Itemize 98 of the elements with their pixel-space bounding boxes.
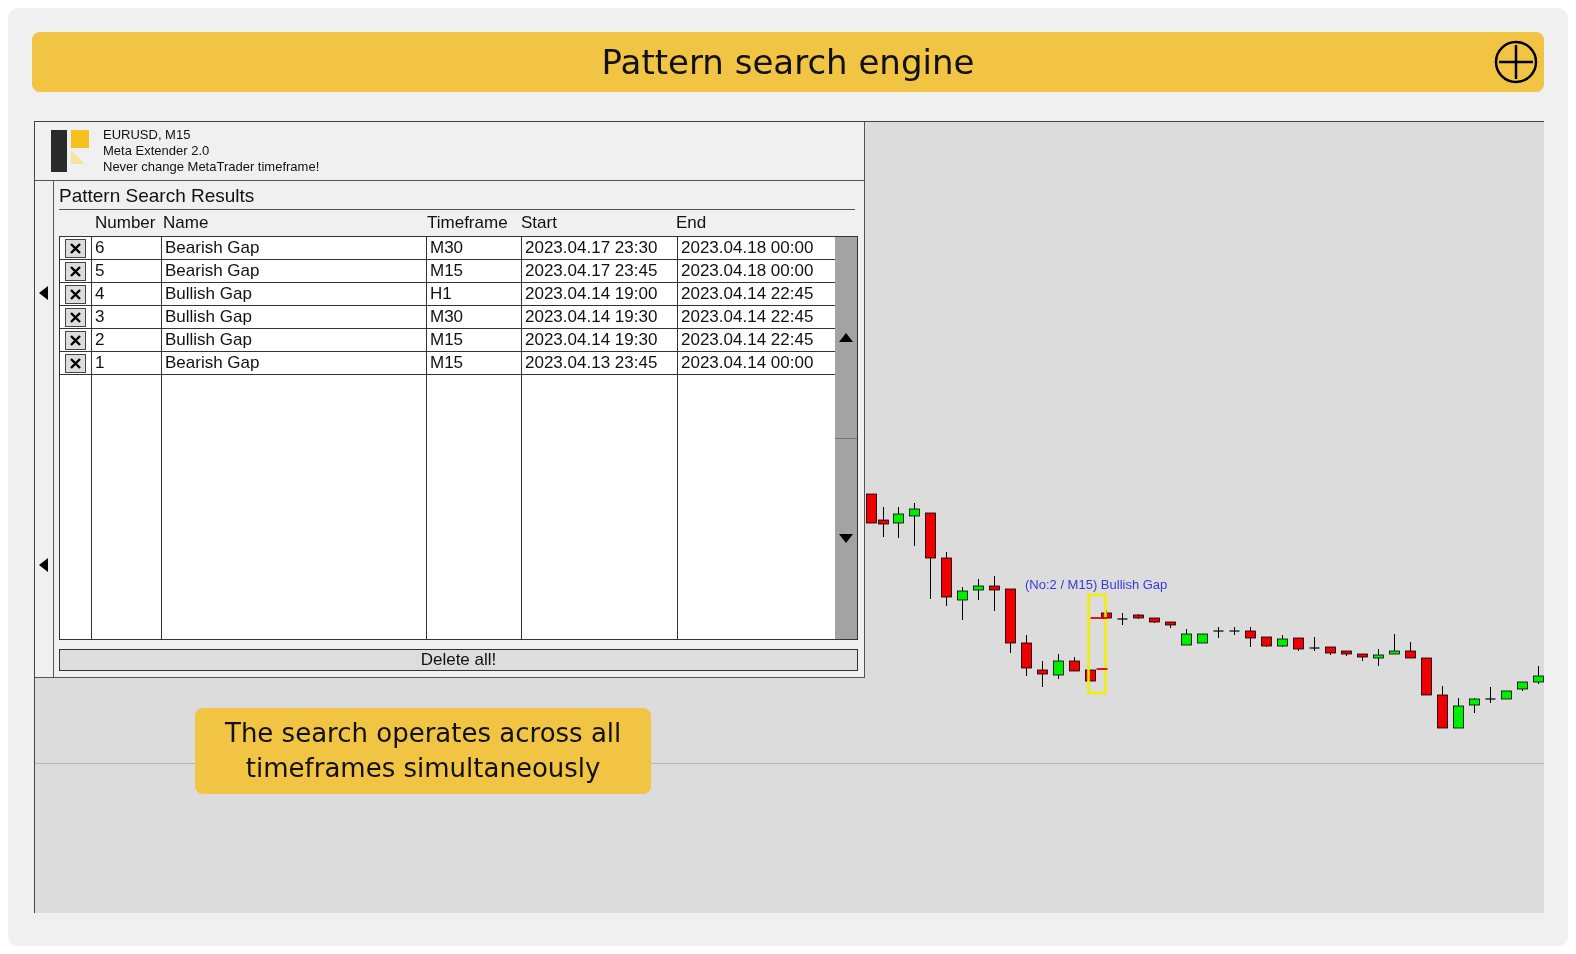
candlestick — [1021, 634, 1032, 677]
table-cell: 2023.04.14 19:30 — [522, 306, 677, 329]
table-cell: 5 — [92, 260, 161, 283]
candlestick — [1116, 612, 1129, 626]
close-icon — [70, 357, 81, 369]
remove-row-button[interactable] — [65, 284, 86, 304]
pattern-label: (No:2 / M15) Bullish Gap — [1025, 577, 1168, 592]
candlestick — [909, 502, 920, 547]
candlestick — [989, 575, 1000, 612]
candlestick — [973, 578, 984, 601]
product-label: Meta Extender 2.0 — [103, 143, 211, 159]
remove-row-button[interactable] — [65, 238, 86, 258]
candlestick — [1212, 626, 1225, 639]
candlestick — [1037, 660, 1048, 688]
candlestick — [1085, 669, 1096, 682]
left-arrow-icon[interactable] — [39, 558, 49, 572]
candlestick — [1293, 637, 1304, 652]
candlestick — [1261, 636, 1272, 648]
close-icon — [70, 334, 81, 346]
candlestick — [1517, 681, 1528, 692]
remove-row-button[interactable] — [65, 261, 86, 281]
table-cell: Bearish Gap — [162, 352, 426, 375]
table-cell: 3 — [92, 306, 161, 329]
table-cell: M30 — [427, 237, 521, 260]
panel-title: Pattern Search Results — [59, 183, 855, 210]
table-cell: 4 — [92, 283, 161, 306]
candlestick — [1197, 633, 1208, 644]
column-header: Timeframe — [427, 212, 509, 234]
candlestick — [1101, 609, 1112, 619]
candlestick — [1308, 636, 1321, 652]
gap-lines — [1089, 617, 1109, 670]
candlestick — [1437, 685, 1448, 729]
candlestick — [1484, 686, 1497, 704]
remove-row-button[interactable] — [65, 353, 86, 373]
table-cell: 2023.04.14 19:30 — [522, 329, 677, 352]
candlestick — [1069, 656, 1080, 672]
candlestick — [957, 586, 968, 621]
candlestick — [1277, 634, 1288, 648]
symbol-label: EURUSD, M15 — [103, 127, 192, 143]
column-header: Name — [163, 212, 210, 234]
table-cell: 6 — [92, 237, 161, 260]
table-cell: 2023.04.17 23:45 — [522, 260, 677, 283]
table-cell: 2 — [92, 329, 161, 352]
close-icon — [70, 265, 81, 277]
table-cell: 1 — [92, 352, 161, 375]
table-cell: 2023.04.14 19:00 — [522, 283, 677, 306]
table-cell: Bullish Gap — [162, 306, 426, 329]
remove-row-button[interactable] — [65, 330, 86, 350]
candlestick — [866, 493, 877, 524]
table-cell: M15 — [427, 352, 521, 375]
table-cell: 2023.04.13 23:45 — [522, 352, 677, 375]
candlestick — [1133, 613, 1144, 620]
up-arrow-icon[interactable] — [839, 332, 853, 342]
page-title: Pattern search engine — [601, 42, 975, 82]
candlestick — [1325, 646, 1336, 656]
table-cell: Bearish Gap — [162, 237, 426, 260]
down-arrow-icon[interactable] — [839, 534, 853, 544]
candlestick — [1421, 657, 1432, 696]
close-icon — [70, 311, 81, 323]
candlestick — [1357, 653, 1368, 662]
plus-icon[interactable] — [1494, 40, 1538, 84]
candlestick — [1165, 621, 1176, 629]
candlestick — [893, 506, 904, 539]
table-cell: Bullish Gap — [162, 329, 426, 352]
candlestick — [1453, 697, 1464, 729]
column-header: Start — [521, 212, 558, 234]
left-arrow-icon[interactable] — [39, 286, 49, 300]
table-cell: H1 — [427, 283, 521, 306]
callout-text: The search operates across all timeframes simultaneously — [195, 708, 652, 794]
close-icon — [70, 288, 81, 300]
candlestick — [1501, 690, 1512, 700]
candlestick — [1389, 633, 1400, 655]
candlestick — [1053, 653, 1064, 680]
candlestick — [1228, 626, 1241, 636]
candlestick — [941, 551, 952, 607]
candlestick — [1245, 626, 1256, 648]
candlestick — [878, 506, 889, 538]
candlestick — [1405, 641, 1416, 659]
candlestick — [1341, 650, 1352, 657]
table-cell: M15 — [427, 260, 521, 283]
candlestick — [1533, 665, 1544, 685]
table-cell: Bullish Gap — [162, 283, 426, 306]
candlestick — [1469, 697, 1480, 714]
candlestick — [1149, 617, 1160, 624]
close-icon — [70, 242, 81, 254]
column-header: Number — [95, 212, 157, 234]
remove-row-button[interactable] — [65, 307, 86, 327]
candlestick — [1373, 648, 1384, 667]
delete-all-button[interactable]: Delete all! — [59, 649, 858, 671]
table-cell: M15 — [427, 329, 521, 352]
candlestick — [1181, 628, 1192, 646]
candlestick — [1005, 588, 1016, 654]
warning-text: Never change MetaTrader timeframe! — [103, 159, 320, 175]
scrollbar[interactable] — [835, 237, 857, 639]
table-cell: Bearish Gap — [162, 260, 426, 283]
table-cell: 2023.04.17 23:30 — [522, 237, 677, 260]
table-cell: M30 — [427, 306, 521, 329]
column-header: End — [676, 212, 708, 234]
